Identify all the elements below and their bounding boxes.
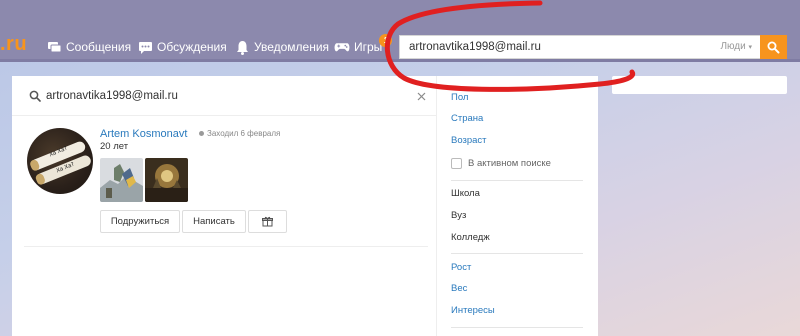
status-dot [199, 131, 204, 136]
bell-icon [234, 39, 250, 55]
last-seen-text: Заходил 6 февраля [207, 129, 281, 138]
games-badge: 1 [379, 34, 393, 47]
messages-icon [46, 39, 62, 55]
user-name[interactable]: Artem Kosmonavt [100, 128, 187, 140]
right-panel [612, 76, 787, 94]
filter-height[interactable]: Рост [451, 262, 471, 273]
search-filters: Пол Страна Возраст В активном поиске Шко… [436, 76, 598, 336]
header-search-box: Люди ▾ [399, 35, 761, 59]
nav-games[interactable]: Игры 1 [334, 34, 393, 56]
site-logo[interactable]: .ru [0, 33, 27, 56]
search-icon [29, 90, 41, 102]
last-seen-status: Заходил 6 февраля [199, 129, 280, 138]
nav-notifications[interactable]: Уведомления [234, 38, 329, 56]
header-search-input[interactable] [400, 41, 690, 53]
gamepad-icon [334, 39, 350, 55]
results-search-bar [12, 76, 436, 116]
filter-interests[interactable]: Интересы [451, 305, 495, 316]
filter-college[interactable]: Колледж [451, 232, 490, 243]
chevron-down-icon: ▾ [748, 44, 752, 51]
filter-divider [451, 253, 583, 254]
write-message-button[interactable]: Написать [182, 210, 246, 233]
filter-university[interactable]: Вуз [451, 210, 466, 221]
search-type-dropdown[interactable]: Люди ▾ [720, 41, 752, 52]
user-photo-thumbnail[interactable] [100, 158, 143, 202]
search-results-card: Ха Ха? Ха Ха? Artem Kosmonavt Заходил 6 … [12, 76, 598, 336]
nav-discussions-label: Обсуждения [157, 40, 227, 54]
search-type-label: Люди [720, 41, 746, 52]
filter-divider [451, 327, 583, 328]
top-bar: .ru Сообщения Обсуждения Уведомления Игр… [0, 0, 800, 62]
nav-notifications-label: Уведомления [254, 40, 330, 54]
active-search-checkbox[interactable] [451, 158, 462, 169]
filter-country[interactable]: Страна [451, 113, 483, 124]
discussions-icon [137, 39, 153, 55]
nav-games-label: Игры 1 [354, 34, 393, 54]
active-search-label: В активном поиске [468, 158, 551, 169]
header-search-button[interactable] [760, 35, 787, 59]
nav-messages[interactable]: Сообщения [46, 38, 131, 56]
avatar[interactable]: Ха Ха? Ха Ха? [27, 128, 93, 194]
filter-weight[interactable]: Вес [451, 283, 467, 294]
nav-messages-label: Сообщения [66, 40, 132, 54]
results-divider [24, 246, 428, 247]
send-gift-button[interactable] [248, 210, 287, 233]
results-search-input[interactable] [46, 87, 396, 105]
nav-discussions[interactable]: Обсуждения [137, 38, 227, 56]
search-icon [767, 41, 780, 53]
filter-age[interactable]: Возраст [451, 135, 487, 146]
user-photo-thumbnail[interactable] [145, 158, 188, 202]
user-age: 20 лет [100, 141, 129, 152]
filter-divider [451, 180, 583, 181]
close-icon[interactable] [417, 92, 426, 101]
nav-games-text: Игры [354, 40, 383, 54]
gift-icon [262, 216, 273, 227]
filter-gender[interactable]: Пол [451, 92, 468, 103]
filter-active-search[interactable]: В активном поиске [451, 158, 551, 169]
add-friend-button[interactable]: Подружиться [100, 210, 180, 233]
filter-school[interactable]: Школа [451, 188, 480, 199]
